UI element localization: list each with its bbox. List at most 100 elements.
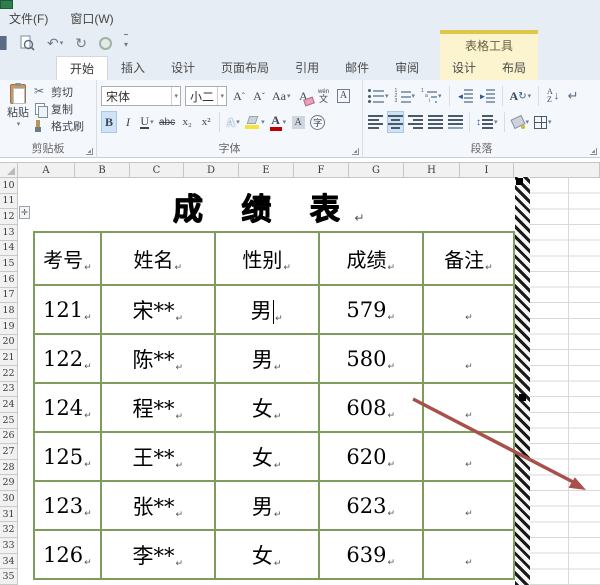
cell-2-0[interactable]: 124↵ <box>33 382 102 433</box>
row-header-35[interactable]: 35 <box>0 569 17 585</box>
resize-handle-top[interactable] <box>516 178 523 185</box>
strikethrough-button[interactable]: abc <box>158 111 176 133</box>
column-header-A[interactable]: A <box>18 163 75 177</box>
cell-5-4[interactable]: ↵ <box>421 529 516 580</box>
row-header-23[interactable]: 23 <box>0 382 17 398</box>
object-hatched-border[interactable] <box>515 177 530 585</box>
column-header-H[interactable]: H <box>404 163 460 177</box>
format-painter-button[interactable]: 格式刷 <box>34 118 84 134</box>
column-header-B[interactable]: B <box>75 163 130 177</box>
shading-button[interactable]: ▾ <box>510 111 531 133</box>
row-header-19[interactable]: 19 <box>0 319 17 335</box>
cell-3-1[interactable]: 王**↵ <box>99 431 216 482</box>
font-color-button[interactable]: A ▾ <box>269 111 288 133</box>
bullets-button[interactable]: ▾ <box>367 85 390 107</box>
tab-review[interactable]: 审阅 <box>382 56 432 80</box>
tab-home[interactable]: 开始 <box>56 56 109 80</box>
row-header-13[interactable]: 13 <box>0 225 17 241</box>
highlight-color-button[interactable]: ▾ <box>244 111 266 133</box>
superscript-button[interactable]: x² <box>198 111 214 133</box>
tab-insert[interactable]: 插入 <box>108 56 158 80</box>
cell-3-2[interactable]: 女↵ <box>213 431 320 482</box>
cell-5-2[interactable]: 女↵ <box>213 529 320 580</box>
save-icon[interactable] <box>0 36 7 50</box>
row-header-20[interactable]: 20 <box>0 335 17 351</box>
row-header-16[interactable]: 16 <box>0 272 17 288</box>
header-cell-4[interactable]: 备注↵ <box>421 231 516 286</box>
cell-4-1[interactable]: 张**↵ <box>99 480 216 531</box>
cell-4-0[interactable]: 123↵ <box>33 480 102 531</box>
show-marks-button[interactable]: ↵ <box>565 85 581 107</box>
column-header-F[interactable]: F <box>294 163 349 177</box>
select-all-corner[interactable] <box>0 163 18 177</box>
cut-button[interactable]: 剪切 <box>34 84 84 100</box>
cell-3-3[interactable]: 620↵ <box>317 431 424 482</box>
justify-button[interactable] <box>427 111 444 133</box>
text-direction-button[interactable]: A ↻ ▾ <box>509 85 533 107</box>
cell-3-0[interactable]: 125↵ <box>33 431 102 482</box>
italic-button[interactable]: I <box>120 111 136 133</box>
row-header-22[interactable]: 22 <box>0 366 17 382</box>
row-header-26[interactable]: 26 <box>0 429 17 445</box>
row-header-32[interactable]: 32 <box>0 522 17 539</box>
resize-handle-middle[interactable] <box>519 394 526 401</box>
align-left-button[interactable] <box>367 111 384 133</box>
clear-formatting-button[interactable]: A <box>296 85 312 107</box>
character-shading-button[interactable]: A <box>290 111 306 133</box>
row-header-12[interactable]: 12 <box>0 209 17 225</box>
cell-2-1[interactable]: 程**↵ <box>99 382 216 433</box>
cell-0-3[interactable]: 579↵ <box>317 284 424 335</box>
tab-page-layout[interactable]: 页面布局 <box>208 56 282 80</box>
row-header-30[interactable]: 30 <box>0 491 17 507</box>
row-header-27[interactable]: 27 <box>0 444 17 460</box>
tab-references[interactable]: 引用 <box>282 56 332 80</box>
cell-0-0[interactable]: 121↵ <box>33 284 102 335</box>
subscript-button[interactable]: x₂ <box>179 111 195 133</box>
font-size-combo[interactable]: 小二 ▾ <box>185 86 227 106</box>
row-header-25[interactable]: 25 <box>0 413 17 429</box>
change-case-button[interactable]: Aa ▾ <box>271 85 292 107</box>
column-header-D[interactable]: D <box>184 163 239 177</box>
row-header-17[interactable]: 17 <box>0 288 17 304</box>
column-header-E[interactable]: E <box>239 163 294 177</box>
grow-font-button[interactable]: A <box>231 85 247 107</box>
print-preview-icon[interactable] <box>19 34 35 52</box>
cell-5-3[interactable]: 639↵ <box>317 529 424 580</box>
cell-1-3[interactable]: 580↵ <box>317 333 424 384</box>
header-cell-2[interactable]: 性别↵ <box>213 231 320 286</box>
header-cell-1[interactable]: 姓名↵ <box>99 231 216 286</box>
row-header-31[interactable]: 31 <box>0 507 17 523</box>
cell-4-2[interactable]: 男↵ <box>213 480 320 531</box>
row-header-14[interactable]: 14 <box>0 241 17 257</box>
paste-caret-icon[interactable]: ▾ <box>17 120 21 128</box>
row-header-24[interactable]: 24 <box>0 397 17 413</box>
line-spacing-button[interactable]: ↕ ▾ <box>475 111 499 133</box>
tab-table-layout[interactable]: 布局 <box>489 56 539 80</box>
font-dialog-launcher[interactable] <box>352 148 359 155</box>
row-header-15[interactable]: 15 <box>0 256 17 272</box>
score-table[interactable]: 考号↵ 姓名↵ 性别↵ 成绩↵ 备注↵ 121↵ 宋**↵ 男 ↵ 579↵ ↵ 122↵ 陈**↵ 男… <box>33 231 516 580</box>
tab-mailings[interactable]: 邮件 <box>332 56 382 80</box>
align-right-button[interactable] <box>407 111 424 133</box>
row-header-21[interactable]: 21 <box>0 350 17 366</box>
copy-button[interactable]: 复制 <box>34 101 84 118</box>
cell-0-1[interactable]: 宋**↵ <box>99 284 216 335</box>
bold-button[interactable]: B <box>101 111 117 133</box>
distribute-button[interactable] <box>447 111 464 133</box>
cell-1-4[interactable]: ↵ <box>421 333 516 384</box>
row-header-18[interactable]: 18 <box>0 303 17 319</box>
header-cell-0[interactable]: 考号↵ <box>33 231 102 286</box>
character-border-button[interactable]: A <box>336 85 352 107</box>
cell-2-2[interactable]: 女↵ <box>213 382 320 433</box>
cell-5-0[interactable]: 126↵ <box>33 529 102 580</box>
text-effects-button[interactable]: A ▾ <box>225 111 241 133</box>
column-header-C[interactable]: C <box>130 163 184 177</box>
row-header-33[interactable]: 33 <box>0 538 17 554</box>
column-header-I[interactable]: I <box>460 163 514 177</box>
font-name-combo[interactable]: 宋体 ▾ <box>101 86 181 106</box>
numbering-button[interactable]: 1 2 3 ▾ <box>394 85 417 107</box>
shrink-font-button[interactable]: A <box>251 85 267 107</box>
cell-0-2[interactable]: 男 ↵ <box>213 284 320 335</box>
paste-button[interactable]: 粘贴 ▾ <box>3 83 33 136</box>
menu-file[interactable]: 文件(F) <box>5 8 52 29</box>
